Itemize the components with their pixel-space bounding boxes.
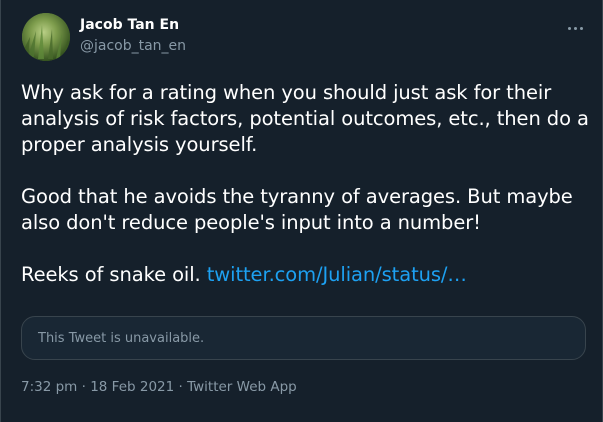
quoted-tweet-link[interactable]: twitter.com/Julian/status/… [207, 263, 467, 286]
tweet-paragraph-3-text: Reeks of snake oil. [21, 263, 207, 286]
tweet-source: Twitter Web App [187, 379, 297, 395]
tweet-text: Why ask for a rating when you should jus… [21, 80, 596, 288]
tweet-date[interactable]: 18 Feb 2021 [90, 379, 174, 395]
more-horizontal-icon[interactable] [560, 16, 590, 40]
meta-separator: · [77, 379, 91, 395]
author-display-name[interactable]: Jacob Tan En [80, 15, 179, 35]
more-dot [579, 26, 583, 30]
more-dot [573, 26, 577, 30]
quoted-tweet-card[interactable]: This Tweet is unavailable. [21, 316, 586, 360]
avatar[interactable] [22, 13, 70, 61]
tweet-metadata: 7:32 pm · 18 Feb 2021 · Twitter Web App [21, 377, 297, 397]
meta-separator: · [174, 379, 188, 395]
tweet-paragraph-1: Why ask for a rating when you should jus… [21, 81, 589, 156]
quoted-tweet-status: This Tweet is unavailable. [38, 331, 205, 346]
tweet-paragraph-2: Good that he avoids the tyranny of avera… [21, 185, 573, 234]
tweet-paragraph-3: Reeks of snake oil. twitter.com/Julian/s… [21, 262, 596, 288]
author-handle[interactable]: @jacob_tan_en [80, 36, 186, 56]
tweet-time[interactable]: 7:32 pm [21, 379, 77, 395]
tweet-card: Jacob Tan En @jacob_tan_en Why ask for a… [0, 0, 603, 422]
more-dot [567, 26, 571, 30]
avatar-grass-image [22, 13, 70, 61]
